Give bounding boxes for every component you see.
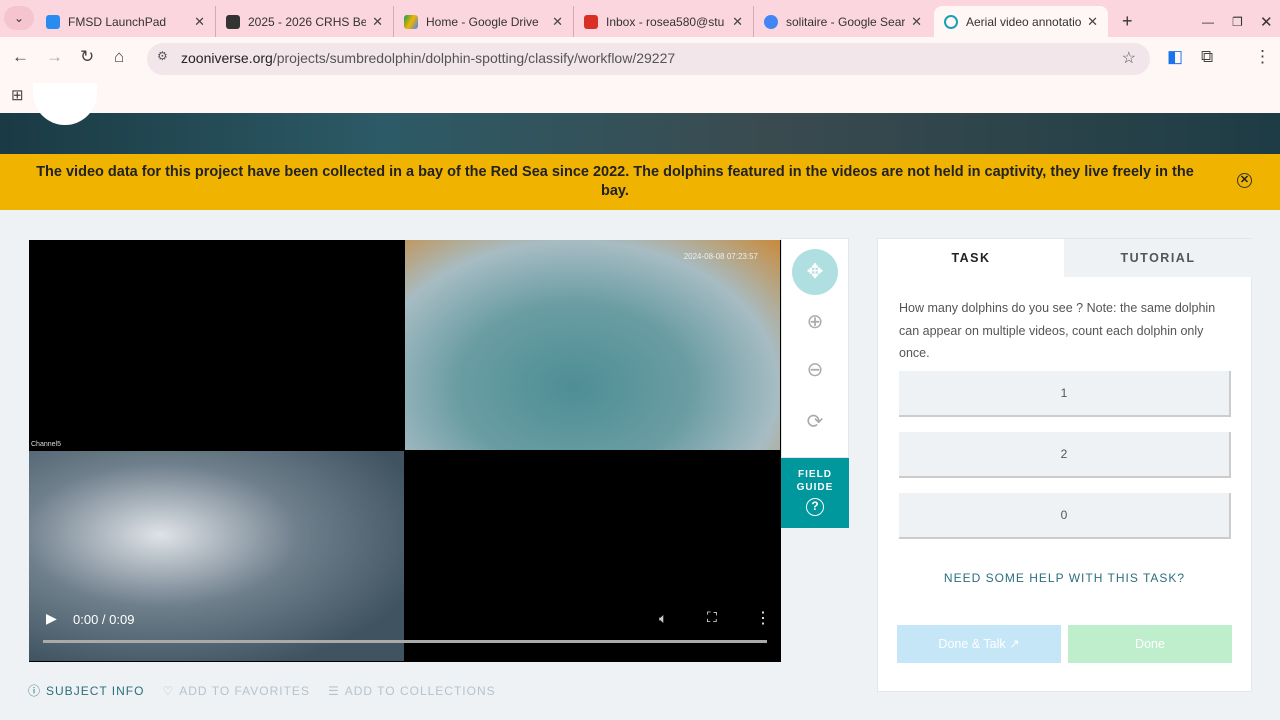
answer-button-0[interactable]: 0 (899, 493, 1231, 539)
more-options-icon[interactable]: ⋮ (755, 608, 771, 628)
volume-icon[interactable]: 🔈︎ (659, 610, 667, 627)
menu-icon[interactable]: ⋮ (1254, 47, 1271, 67)
subject-video[interactable]: Channel5 2024-08-08 07:23:57 ▶ 0:00 / 0:… (29, 240, 781, 662)
gmail-icon (584, 14, 598, 29)
reload-icon[interactable]: ↻ (80, 47, 94, 67)
drive-icon (404, 14, 418, 29)
bookmarks-bar: ⊞ (0, 81, 1280, 113)
browser-toolbar: ← → ↻ ⌂ ⚙ zooniverse.org/projects/sumbre… (0, 37, 1280, 81)
close-tab-icon[interactable]: ✕ (911, 14, 922, 30)
zoom-out-icon[interactable]: ⊖ (792, 347, 838, 393)
subject-actions: ⓘ SUBJECT INFO ♡ ADD TO FAVORITES ☰ ADD TO … (28, 682, 496, 699)
extension-icon[interactable]: ◧ (1167, 47, 1183, 67)
tab-tutorial[interactable]: TUTORIAL (1064, 239, 1252, 277)
announcement-banner: The video data for this project have bee… (0, 154, 1280, 210)
site-info-icon[interactable]: ⚙ (157, 49, 168, 63)
fullscreen-icon[interactable]: ⛶ (707, 609, 717, 626)
heart-icon: ♡ (162, 683, 175, 698)
answer-button-2[interactable]: 2 (899, 432, 1231, 478)
zooniverse-icon (944, 14, 958, 29)
project-avatar[interactable] (33, 83, 97, 125)
video-progress-bar[interactable] (43, 640, 767, 643)
browser-tab[interactable]: solitaire - Google Sear ✕ (754, 6, 932, 37)
rotate-icon[interactable]: ⟳ (792, 399, 838, 445)
extensions-puzzle-icon[interactable]: ⧉ (1201, 47, 1213, 67)
image-toolbar: ✥ ⊕ ⊖ ⟳ (781, 238, 849, 458)
task-help-link[interactable]: NEED SOME HELP WITH THIS TASK? (878, 571, 1251, 585)
tab-task[interactable]: TASK (878, 239, 1064, 277)
address-bar[interactable]: ⚙ zooniverse.org/projects/sumbredolphin/… (147, 43, 1150, 75)
forward-icon[interactable]: → (46, 47, 63, 67)
contact-icon (226, 14, 240, 29)
close-tab-icon[interactable]: ✕ (1087, 14, 1098, 30)
help-icon: ? (806, 498, 824, 516)
field-guide-button[interactable]: FIELD GUIDE ? (781, 458, 849, 528)
subject-info-link[interactable]: ⓘ SUBJECT INFO (28, 682, 144, 699)
google-icon (764, 14, 778, 29)
video-channel-empty: Channel5 (29, 240, 404, 450)
tab-strip: ⌄ FMSD LaunchPad ✕ 2025 - 2026 CRHS Bet ✕ … (0, 0, 1280, 37)
home-icon[interactable]: ⌂ (114, 47, 124, 67)
done-and-talk-button[interactable]: Done & Talk ↗ (897, 625, 1061, 663)
close-tab-icon[interactable]: ✕ (372, 14, 383, 30)
info-icon: ⓘ (28, 684, 42, 698)
add-to-collections-link[interactable]: ☰ ADD TO COLLECTIONS (328, 682, 496, 699)
apps-grid-icon[interactable]: ⊞ (11, 86, 24, 104)
launchpad-icon (46, 14, 60, 29)
external-link-icon: ↗ (1009, 637, 1020, 651)
close-tab-icon[interactable]: ✕ (732, 14, 743, 30)
tab-search-button[interactable]: ⌄ (4, 6, 34, 30)
browser-tab[interactable]: FMSD LaunchPad ✕ (36, 6, 216, 37)
close-banner-icon[interactable]: ✕ (1237, 173, 1252, 188)
play-icon[interactable]: ▶ (46, 610, 57, 627)
browser-tab[interactable]: Inbox - rosea580@stu ✕ (574, 6, 754, 37)
browser-tab[interactable]: Home - Google Drive ✕ (394, 6, 574, 37)
project-header (0, 83, 1280, 154)
browser-tab-active[interactable]: Aerial video annotatio ✕ (934, 6, 1108, 37)
done-button[interactable]: Done (1068, 625, 1232, 663)
close-tab-icon[interactable]: ✕ (194, 14, 205, 30)
pan-icon[interactable]: ✥ (792, 249, 838, 295)
new-tab-button[interactable]: + (1112, 6, 1143, 37)
zoom-in-icon[interactable]: ⊕ (792, 299, 838, 345)
add-to-favorites-link[interactable]: ♡ ADD TO FAVORITES (162, 682, 309, 699)
browser-tab[interactable]: 2025 - 2026 CRHS Bet ✕ (216, 6, 394, 37)
bookmark-star-icon[interactable]: ☆ (1122, 48, 1136, 68)
video-controls: ▶ 0:00 / 0:09 🔈︎ ⛶ ⋮ (29, 602, 781, 662)
list-icon: ☰ (327, 683, 340, 698)
task-question: How many dolphins do you see ? Note: the… (899, 301, 1216, 360)
answer-button-1[interactable]: 1 (899, 371, 1231, 417)
close-tab-icon[interactable]: ✕ (552, 14, 563, 30)
video-channel-pier: 2024-08-08 07:23:57 (405, 240, 780, 450)
restore-button[interactable]: ❐ (1222, 6, 1253, 37)
back-icon[interactable]: ← (12, 47, 29, 67)
minimize-button[interactable]: — (1192, 6, 1224, 37)
close-window-button[interactable]: ✕ (1250, 6, 1280, 37)
task-panel: TASK TUTORIAL How many dolphins do you s… (877, 238, 1252, 692)
